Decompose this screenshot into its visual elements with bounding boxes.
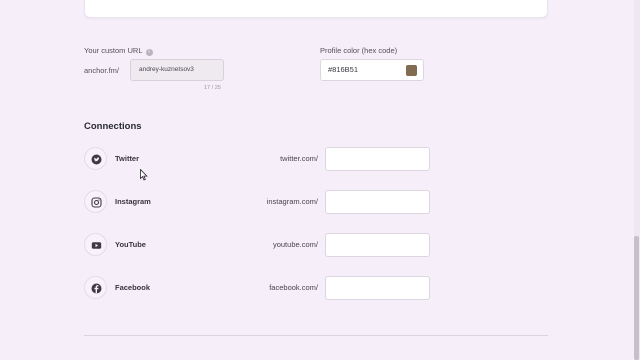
profile-card	[84, 0, 548, 18]
connections-title: Connections	[84, 121, 142, 132]
custom-url-label-text: Your custom URL	[84, 46, 143, 55]
instagram-icon	[84, 190, 107, 213]
connection-name: Instagram	[115, 197, 151, 206]
custom-url-input[interactable]: andrey-kuznetsov3	[130, 59, 224, 81]
facebook-input[interactable]	[325, 276, 430, 300]
color-swatch[interactable]	[406, 65, 417, 76]
scrollbar-thumb[interactable]	[634, 236, 639, 360]
char-count: 17 / 25	[204, 85, 221, 91]
connection-row-twitter: Twitter twitter.com/	[84, 147, 430, 171]
section-divider	[84, 335, 548, 336]
mouse-cursor-icon	[140, 168, 148, 186]
facebook-icon	[84, 276, 107, 299]
profile-color-input[interactable]: #816B51	[320, 59, 424, 81]
url-prefix: anchor.fm/	[84, 66, 120, 75]
connection-name: Facebook	[115, 283, 151, 292]
connection-domain: instagram.com/	[266, 197, 318, 206]
connection-row-instagram: Instagram instagram.com/	[84, 190, 430, 214]
profile-color-value: #816B51	[328, 65, 359, 74]
custom-url-label: Your custom URL i	[84, 46, 153, 56]
scrollbar[interactable]	[634, 0, 640, 360]
twitter-icon	[84, 147, 107, 170]
youtube-input[interactable]	[325, 233, 430, 257]
connection-row-facebook: Facebook facebook.com/	[84, 276, 430, 300]
youtube-icon	[84, 233, 107, 256]
info-icon[interactable]: i	[145, 49, 153, 56]
connection-row-youtube: YouTube youtube.com/	[84, 233, 430, 257]
connection-domain: twitter.com/	[280, 154, 318, 163]
connection-domain: youtube.com/	[272, 240, 318, 249]
connection-name: Twitter	[115, 154, 140, 163]
instagram-input[interactable]	[325, 190, 430, 214]
connection-name: YouTube	[115, 240, 146, 249]
profile-color-label: Profile color (hex code)	[320, 46, 398, 55]
twitter-input[interactable]	[325, 147, 430, 171]
connection-domain: facebook.com/	[269, 283, 318, 292]
